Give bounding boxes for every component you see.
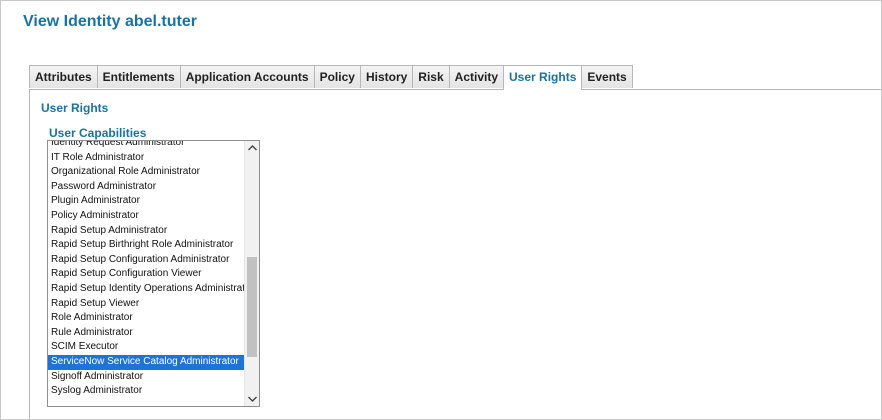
- list-item[interactable]: Role Administrator: [48, 311, 246, 326]
- tab-entitlements[interactable]: Entitlements: [96, 65, 181, 88]
- list-item[interactable]: Password Administrator: [48, 180, 246, 195]
- list-item[interactable]: Rapid Setup Birthright Role Administrato…: [48, 238, 246, 253]
- tab-attributes[interactable]: Attributes: [29, 65, 98, 88]
- tab-user-rights[interactable]: User Rights: [503, 65, 583, 90]
- chevron-down-icon[interactable]: [245, 392, 259, 406]
- list-item[interactable]: Rapid Setup Configuration Viewer: [48, 267, 246, 282]
- capabilities-listbox[interactable]: Identity Request Administrator IT Role A…: [47, 140, 260, 407]
- identity-page: View Identity abel.tuter Attributes Enti…: [0, 0, 882, 420]
- list-item[interactable]: Organizational Role Administrator: [48, 165, 246, 180]
- list-item[interactable]: Rule Administrator: [48, 326, 246, 341]
- tab-policy[interactable]: Policy: [313, 65, 361, 88]
- tab-risk[interactable]: Risk: [412, 65, 450, 88]
- list-item[interactable]: Rapid Setup Identity Operations Administ…: [48, 282, 246, 297]
- scrollbar-thumb[interactable]: [247, 257, 257, 357]
- list-item[interactable]: Rapid Setup Configuration Administrator: [48, 253, 246, 268]
- capabilities-label: User Capabilities: [49, 126, 147, 140]
- list-item[interactable]: Syslog Administrator: [48, 384, 246, 399]
- list-item[interactable]: Rapid Setup Administrator: [48, 224, 246, 239]
- list-item[interactable]: Rapid Setup Viewer: [48, 297, 246, 312]
- tab-application-accounts[interactable]: Application Accounts: [179, 65, 315, 88]
- list-item[interactable]: Plugin Administrator: [48, 194, 246, 209]
- list-item-selected[interactable]: ServiceNow Service Catalog Administrator: [48, 354, 246, 370]
- list-item[interactable]: Signoff Administrator: [48, 370, 246, 385]
- tab-history[interactable]: History: [359, 65, 414, 88]
- page-title: View Identity abel.tuter: [23, 13, 197, 30]
- listbox-scrollbar[interactable]: [244, 141, 259, 406]
- list-item[interactable]: Identity Request Administrator: [48, 141, 246, 151]
- capabilities-list: Identity Request Administrator IT Role A…: [48, 141, 246, 399]
- tab-events[interactable]: Events: [581, 65, 633, 88]
- list-item[interactable]: Policy Administrator: [48, 209, 246, 224]
- chevron-up-icon[interactable]: [245, 141, 259, 155]
- list-item[interactable]: IT Role Administrator: [48, 151, 246, 166]
- section-title: User Rights: [41, 101, 109, 115]
- tab-activity[interactable]: Activity: [448, 65, 505, 88]
- tab-bar: Attributes Entitlements Application Acco…: [29, 65, 881, 90]
- list-item[interactable]: SCIM Executor: [48, 340, 246, 355]
